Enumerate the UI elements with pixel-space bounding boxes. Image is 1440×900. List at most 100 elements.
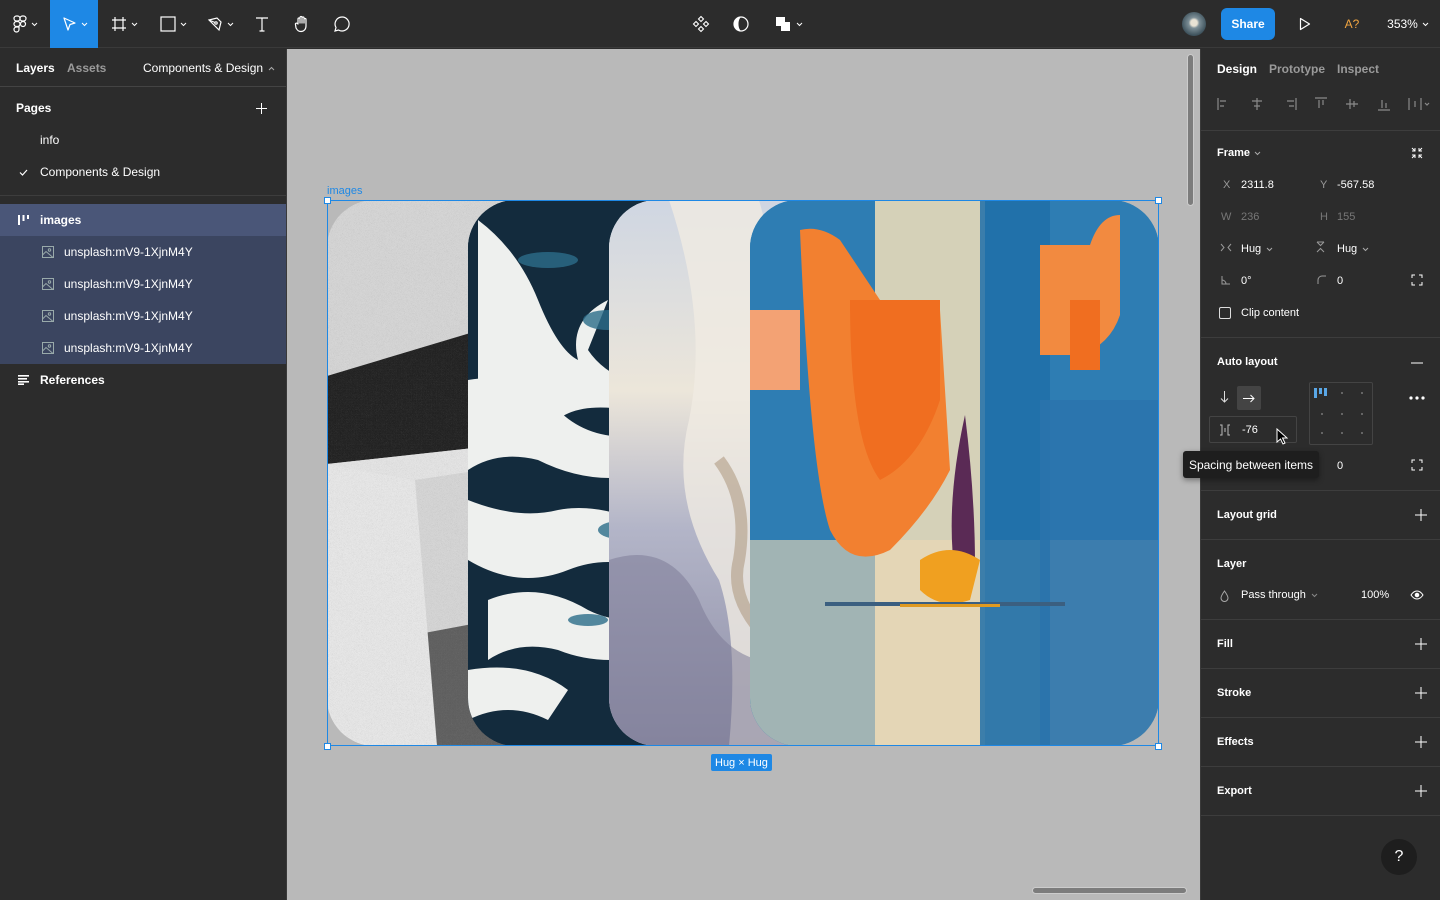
blend-mode-drop-icon (1220, 590, 1229, 602)
main-menu-button[interactable] (0, 0, 50, 48)
chevron-down-icon (227, 22, 233, 26)
align-left-icon[interactable] (1217, 98, 1226, 110)
add-export-icon[interactable] (1415, 785, 1427, 797)
tab-design[interactable]: Design (1217, 62, 1257, 76)
fill-title: Fill (1217, 638, 1233, 650)
canvas[interactable]: images Hug × Hug (287, 49, 1200, 900)
layer-item-image[interactable]: unsplash:mV9-1XjnM4Y (0, 332, 286, 364)
w-input[interactable]: 236 (1241, 211, 1259, 223)
export-section: Export (1201, 767, 1440, 816)
remove-auto-layout-icon[interactable] (1411, 362, 1423, 364)
layout-grid-section: Layout grid (1201, 491, 1440, 540)
abstract-painting-image[interactable] (750, 200, 1159, 746)
layer-label: References (40, 373, 105, 387)
chevron-down-icon (796, 22, 802, 26)
resize-handle-bottom-left[interactable] (324, 743, 331, 750)
direction-vertical-icon[interactable] (1220, 391, 1229, 403)
missing-fonts-indicator[interactable]: A? (1338, 0, 1366, 48)
hand-tool-button[interactable] (288, 0, 316, 48)
align-top-icon[interactable] (1315, 97, 1327, 108)
resize-handle-top-right[interactable] (1155, 197, 1162, 204)
frame-type-dropdown[interactable]: Frame (1217, 147, 1261, 159)
page-item-info[interactable]: info (0, 124, 286, 156)
clip-content-checkbox[interactable] (1219, 307, 1231, 319)
zoom-dropdown[interactable]: 353% (1380, 0, 1436, 48)
tab-prototype[interactable]: Prototype (1269, 62, 1325, 76)
tab-layers[interactable]: Layers (16, 61, 55, 75)
add-stroke-icon[interactable] (1415, 687, 1427, 699)
mask-button[interactable] (728, 0, 754, 48)
painting-art (750, 200, 1159, 746)
help-button[interactable]: ? (1381, 839, 1417, 875)
padding-value[interactable]: 0 (1337, 460, 1343, 472)
vertical-resizing-icon (1316, 241, 1325, 253)
layer-label: unsplash:mV9-1XjnM4Y (64, 277, 193, 291)
layer-title: Layer (1217, 558, 1247, 570)
present-button[interactable] (1292, 0, 1318, 48)
image-icon (42, 246, 54, 258)
resize-to-fit-icon[interactable] (1411, 147, 1423, 159)
comment-tool-button[interactable] (328, 0, 356, 48)
add-fill-icon[interactable] (1415, 638, 1427, 650)
w-label: W (1221, 211, 1232, 223)
frame-tool-button[interactable] (104, 0, 144, 48)
components-button[interactable] (688, 0, 714, 48)
page-item-components-design[interactable]: Components & Design (0, 156, 286, 188)
add-page-icon[interactable] (256, 102, 267, 114)
vertical-scrollbar[interactable] (1187, 54, 1194, 206)
stroke-section: Stroke (1201, 669, 1440, 718)
more-options-icon[interactable] (1409, 396, 1425, 400)
x-input[interactable]: 2311.8 (1241, 179, 1274, 191)
layer-item-image[interactable]: unsplash:mV9-1XjnM4Y (0, 268, 286, 300)
layer-item-images[interactable]: images (0, 204, 286, 236)
image-icon (42, 342, 54, 354)
selected-children-group: unsplash:mV9-1XjnM4Y unsplash:mV9-1XjnM4… (0, 236, 286, 364)
share-button[interactable]: Share (1221, 8, 1275, 40)
opacity-input[interactable]: 100% (1361, 589, 1389, 601)
y-input[interactable]: -567.58 (1337, 179, 1374, 191)
layer-item-image[interactable]: unsplash:mV9-1XjnM4Y (0, 300, 286, 332)
independent-corners-icon[interactable] (1411, 274, 1423, 286)
align-horizontal-center-icon[interactable] (1252, 98, 1262, 110)
alignment-grid[interactable] (1309, 382, 1373, 445)
layer-label: unsplash:mV9-1XjnM4Y (64, 309, 193, 323)
h-input[interactable]: 155 (1337, 211, 1355, 223)
horizontal-scrollbar[interactable] (1032, 887, 1187, 894)
distribute-icon[interactable] (1408, 98, 1430, 110)
align-vertical-center-icon[interactable] (1346, 99, 1358, 109)
resize-handle-top-left[interactable] (324, 197, 331, 204)
vertical-resizing-dropdown[interactable]: Hug (1337, 243, 1369, 255)
page-label: info (40, 133, 60, 147)
chevron-down-icon (180, 22, 186, 26)
pen-tool-button[interactable] (200, 0, 240, 48)
frame-name-label[interactable]: images (327, 185, 362, 197)
independent-padding-icon[interactable] (1411, 459, 1423, 471)
resize-handle-bottom-right[interactable] (1155, 743, 1162, 750)
align-bottom-icon[interactable] (1378, 100, 1390, 111)
tab-assets[interactable]: Assets (67, 61, 106, 75)
layer-item-image[interactable]: unsplash:mV9-1XjnM4Y (0, 236, 286, 268)
boolean-button[interactable] (768, 0, 808, 48)
horizontal-resizing-dropdown[interactable]: Hug (1241, 243, 1273, 255)
tab-inspect[interactable]: Inspect (1337, 62, 1379, 76)
corner-radius-input[interactable]: 0 (1337, 275, 1343, 287)
move-tool-button[interactable] (50, 0, 98, 48)
shape-tool-button[interactable] (152, 0, 194, 48)
rotation-input[interactable]: 0° (1241, 275, 1252, 287)
layer-item-references[interactable]: References (0, 364, 286, 396)
add-effect-icon[interactable] (1415, 736, 1427, 748)
text-tool-button[interactable] (248, 0, 276, 48)
add-layout-grid-icon[interactable] (1415, 509, 1427, 521)
align-right-icon[interactable] (1287, 98, 1297, 110)
effects-title: Effects (1217, 736, 1254, 748)
vertical-resizing-value: Hug (1337, 243, 1358, 255)
frame-section: Frame X 2311.8 Y -567.58 W 236 H 155 Hug… (1201, 131, 1440, 338)
blend-mode-dropdown[interactable]: Pass through (1241, 589, 1318, 601)
page-switcher[interactable]: Components & Design (143, 61, 275, 75)
components-diamond-icon (692, 15, 710, 33)
user-avatar[interactable] (1182, 12, 1206, 36)
layers-panel: Layers Assets Components & Design Pages … (0, 49, 287, 900)
visibility-eye-icon[interactable] (1410, 590, 1424, 600)
direction-horizontal-button[interactable] (1237, 386, 1261, 410)
chevron-down-icon (81, 22, 87, 26)
